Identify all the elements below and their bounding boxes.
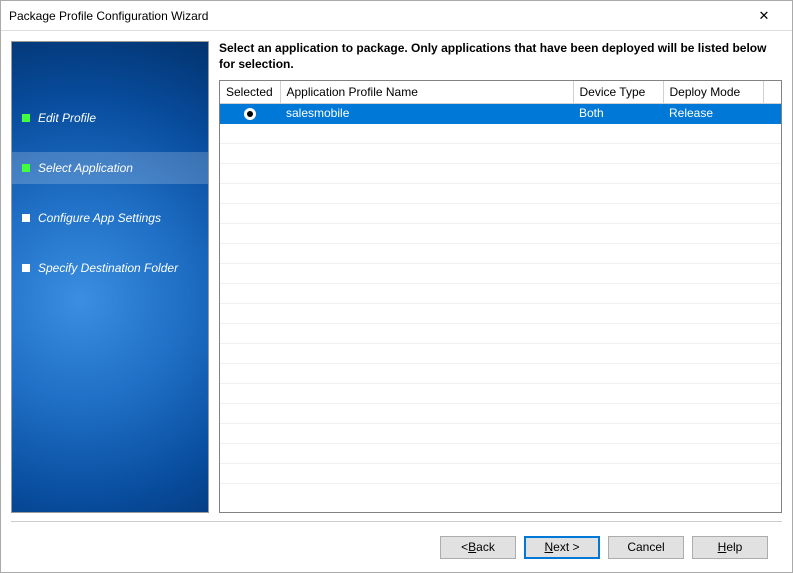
column-selected[interactable]: Selected [220, 81, 280, 103]
step-specify-destination-folder[interactable]: Specify Destination Folder [12, 252, 208, 284]
cell-deploy: Release [663, 104, 763, 124]
step-edit-profile[interactable]: Edit Profile [12, 102, 208, 134]
application-table: Selected Application Profile Name Device… [219, 80, 782, 513]
window-title: Package Profile Configuration Wizard [9, 9, 744, 23]
wizard-window: Package Profile Configuration Wizard ✕ E… [0, 0, 793, 573]
step-select-application[interactable]: Select Application [12, 152, 208, 184]
step-label: Select Application [38, 161, 133, 175]
step-label: Specify Destination Folder [38, 261, 178, 275]
instruction-text: Select an application to package. Only a… [219, 41, 782, 80]
table-row[interactable]: salesmobile Both Release [220, 104, 781, 124]
step-status-icon [22, 264, 30, 272]
column-name[interactable]: Application Profile Name [280, 81, 573, 103]
step-status-icon [22, 164, 30, 172]
cancel-button[interactable]: Cancel [608, 536, 684, 559]
titlebar: Package Profile Configuration Wizard ✕ [1, 1, 792, 31]
help-button[interactable]: Help [692, 536, 768, 559]
body: Edit Profile Select Application Configur… [1, 31, 792, 572]
cell-selected[interactable] [220, 104, 280, 124]
close-icon[interactable]: ✕ [744, 2, 784, 30]
column-spacer [763, 81, 781, 103]
step-status-icon [22, 214, 30, 222]
table-header-row: Selected Application Profile Name Device… [220, 81, 781, 103]
wizard-sidebar: Edit Profile Select Application Configur… [11, 41, 209, 513]
content: Edit Profile Select Application Configur… [11, 41, 782, 513]
next-button[interactable]: Next > [524, 536, 600, 559]
table-body-scroll[interactable]: salesmobile Both Release [220, 104, 781, 512]
cell-name: salesmobile [280, 104, 573, 124]
column-device[interactable]: Device Type [573, 81, 663, 103]
column-deploy[interactable]: Deploy Mode [663, 81, 763, 103]
step-label: Edit Profile [38, 111, 96, 125]
step-configure-app-settings[interactable]: Configure App Settings [12, 202, 208, 234]
step-status-icon [22, 114, 30, 122]
cell-device: Both [573, 104, 663, 124]
step-label: Configure App Settings [38, 211, 161, 225]
radio-icon[interactable] [244, 108, 256, 120]
back-button[interactable]: < Back [440, 536, 516, 559]
cell-spacer [763, 104, 781, 124]
wizard-footer: < Back Next > Cancel Help [11, 522, 782, 572]
main-panel: Select an application to package. Only a… [219, 41, 782, 513]
